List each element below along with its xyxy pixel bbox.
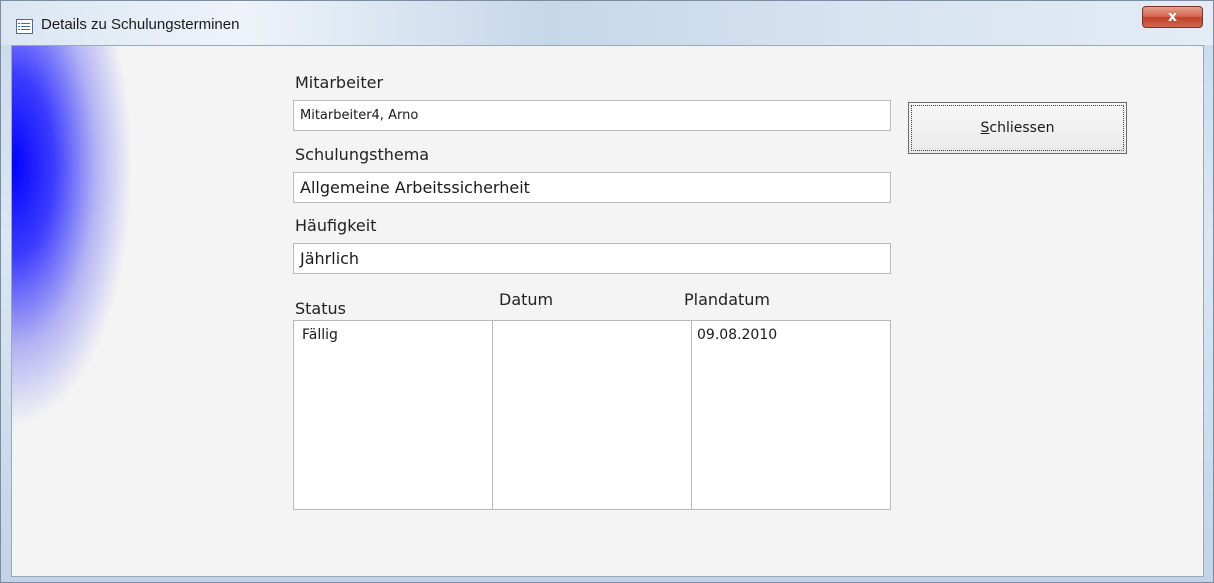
schliessen-button[interactable]: Schliessen	[908, 102, 1127, 154]
plandatum-list[interactable]: 09.08.2010	[691, 320, 891, 510]
haeufigkeit-field[interactable]: Jährlich	[293, 243, 891, 274]
plandatum-label: Plandatum	[684, 290, 770, 309]
haeufigkeit-label: Häufigkeit	[295, 216, 377, 235]
mitarbeiter-field[interactable]: Mitarbeiter4, Arno	[293, 100, 891, 131]
plandatum-value: 09.08.2010	[697, 327, 778, 343]
status-label: Status	[295, 299, 346, 318]
form-body: Mitarbeiter Mitarbeiter4, Arno Schulungs…	[11, 45, 1204, 577]
datum-label: Datum	[499, 290, 554, 309]
close-icon: x	[1167, 9, 1178, 25]
datum-list[interactable]	[492, 320, 692, 510]
window-title: Details zu Schulungsterminen	[41, 16, 240, 33]
title-bar[interactable]: Details zu Schulungsterminen x	[1, 1, 1213, 45]
form-icon	[16, 19, 33, 34]
mitarbeiter-label: Mitarbeiter	[295, 73, 384, 92]
status-list[interactable]: Fällig	[293, 320, 493, 510]
status-value: Fällig	[302, 327, 338, 343]
schulungsthema-field[interactable]: Allgemeine Arbeitssicherheit	[293, 172, 891, 203]
schulungsthema-label: Schulungsthema	[295, 145, 430, 164]
schliessen-label: chliessen	[989, 120, 1055, 136]
close-window-button[interactable]: x	[1142, 6, 1203, 28]
decorative-swoosh	[12, 46, 252, 576]
dialog-window: Details zu Schulungsterminen x Mitarbeit…	[0, 0, 1214, 583]
